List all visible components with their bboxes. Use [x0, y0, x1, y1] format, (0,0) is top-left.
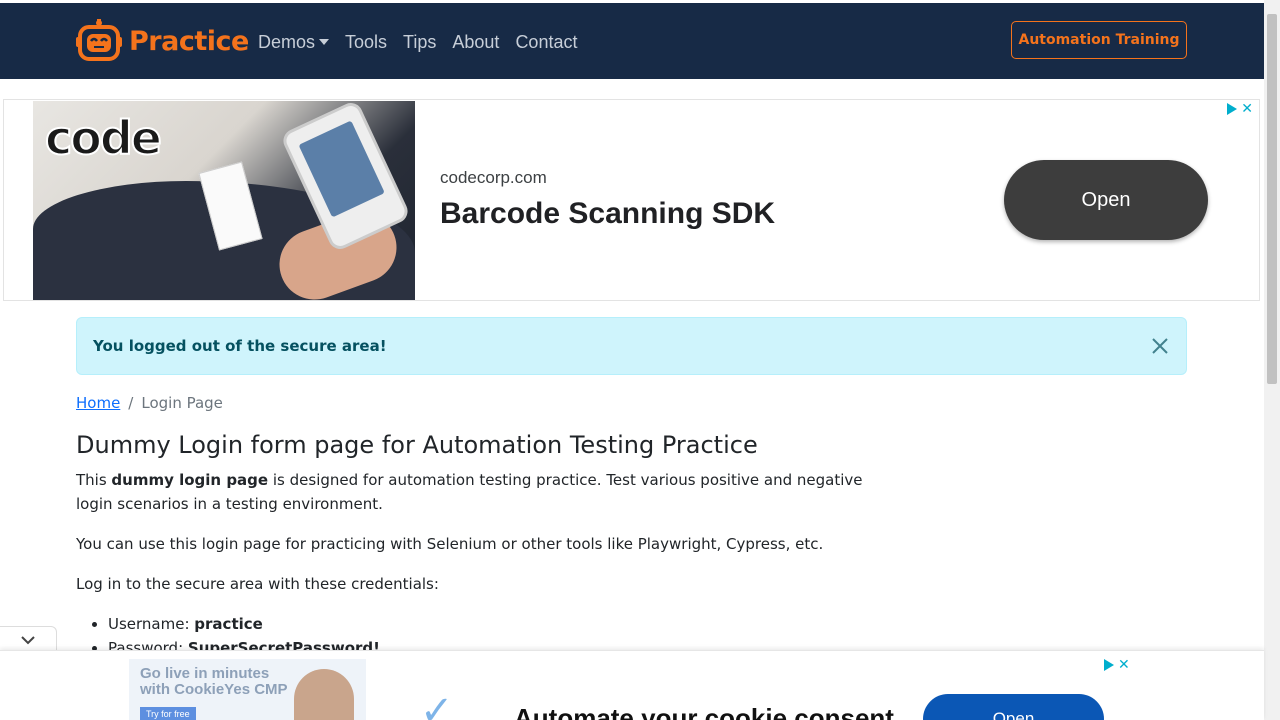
ad-bottom-try-button[interactable]: Try for free: [140, 707, 196, 720]
intro-text-pre: This: [76, 471, 112, 489]
breadcrumb-home-link[interactable]: Home: [76, 394, 120, 412]
brand-text: Practice: [129, 25, 249, 57]
logout-alert: You logged out of the secure area!: [76, 317, 1187, 375]
caret-down-icon: [319, 39, 330, 45]
ad-domain[interactable]: codecorp.com: [440, 168, 547, 188]
nav-contact[interactable]: Contact: [507, 29, 585, 55]
username-label: Username:: [108, 615, 195, 633]
ad-image-device-screen: [298, 120, 385, 218]
nav-tools[interactable]: Tools: [337, 29, 395, 55]
ad-bottom-person: [294, 669, 354, 720]
adchoices-controls-bottom: ✕: [1104, 658, 1130, 672]
ad-image[interactable]: code: [33, 101, 415, 300]
intro-paragraph: This dummy login page is designed for au…: [76, 468, 866, 516]
scrollbar-thumb[interactable]: [1267, 14, 1277, 384]
adchoices-icon[interactable]: [1227, 103, 1238, 115]
username-value: practice: [194, 615, 263, 633]
check-icon: ✓: [420, 688, 454, 720]
breadcrumb-current: Login Page: [141, 394, 223, 412]
nav-about[interactable]: About: [444, 29, 507, 55]
breadcrumb-separator: /: [128, 394, 134, 412]
ad-bottom-title[interactable]: Automate your cookie consent: [514, 703, 894, 720]
nav-demos-dropdown[interactable]: Demos: [250, 29, 337, 55]
page-scrollbar[interactable]: [1264, 0, 1280, 720]
ad-open-button[interactable]: Open: [1004, 160, 1208, 240]
ad-close-icon[interactable]: ✕: [1241, 102, 1253, 116]
ad-bottom-open-button[interactable]: Open: [923, 694, 1104, 720]
nav-tips[interactable]: Tips: [395, 29, 444, 55]
breadcrumb: Home / Login Page: [76, 394, 223, 412]
nav-demos-label: Demos: [258, 32, 316, 52]
page-title: Dummy Login form page for Automation Tes…: [76, 431, 758, 459]
nav-links: Demos Tools Tips About Contact: [250, 29, 585, 55]
adchoices-icon[interactable]: [1104, 659, 1114, 671]
credentials-intro: Log in to the secure area with these cre…: [76, 575, 439, 593]
bottom-advertisement[interactable]: Go live in minutes with CookieYes CMP Tr…: [0, 650, 1264, 720]
close-icon[interactable]: [1150, 336, 1170, 356]
adchoices-controls: ✕: [1227, 102, 1253, 116]
robot-logo-icon: [76, 19, 122, 63]
brand-link[interactable]: Practice: [76, 17, 249, 65]
top-navbar: Practice Demos Tools Tips About Contact …: [0, 3, 1264, 79]
ad-bottom-image[interactable]: Go live in minutes with CookieYes CMP Tr…: [129, 659, 366, 720]
top-advertisement[interactable]: code codecorp.com Barcode Scanning SDK O…: [3, 99, 1260, 301]
automation-training-button[interactable]: Automation Training: [1011, 21, 1187, 59]
tools-paragraph: You can use this login page for practici…: [76, 535, 824, 553]
ad-close-icon[interactable]: ✕: [1118, 658, 1130, 672]
ad-image-logo: code: [44, 110, 163, 166]
list-item: Username: practice: [108, 612, 380, 636]
intro-text-bold: dummy login page: [111, 471, 269, 489]
ad-title[interactable]: Barcode Scanning SDK: [440, 197, 775, 231]
chevron-down-icon: [21, 636, 35, 645]
alert-message: You logged out of the secure area!: [93, 337, 387, 355]
ad-bottom-image-text: Go live in minutes with CookieYes CMP: [140, 665, 288, 698]
